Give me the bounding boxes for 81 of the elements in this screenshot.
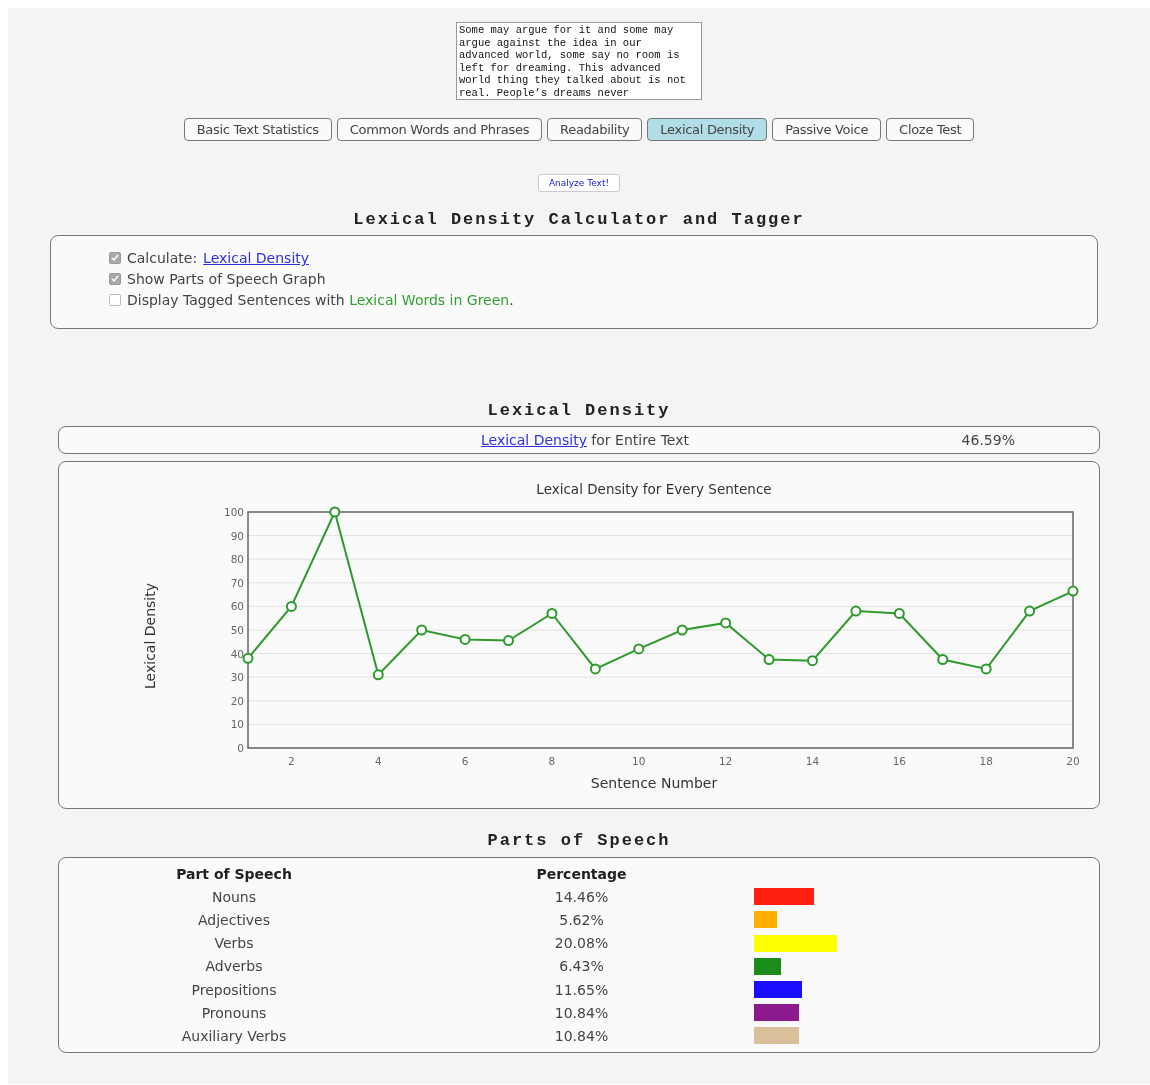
analyze-button[interactable]: Analyze Text! — [537, 174, 621, 192]
table-cell-text: 11.65% — [553, 981, 610, 998]
data-point — [372, 669, 384, 681]
y-tick-label: 70 — [230, 576, 244, 589]
tab[interactable]: Passive Voice — [772, 118, 882, 141]
data-point — [763, 654, 775, 665]
data-point — [720, 617, 732, 629]
table-cell-text: 20.08% — [553, 935, 610, 952]
x-tick-label: 20 — [1066, 755, 1080, 767]
tab[interactable]: Basic Text Statistics — [183, 118, 332, 141]
data-point — [589, 663, 601, 675]
data-point — [503, 635, 515, 647]
lexical-density-link[interactable]: Lexical Density — [481, 432, 587, 448]
table-cell-text: Verbs — [213, 935, 255, 952]
lexical-density-link[interactable]: Lexical Density — [203, 250, 310, 266]
table-cell-text: Adjectives — [197, 911, 271, 928]
y-tick-label: 60 — [230, 600, 244, 613]
x-tick-label: 2 — [288, 755, 295, 767]
text-input[interactable]: Some may argue for it and some may argue against the idea in our advanced world, some say no room is left for dreaming. This advanced world thing they talked about is not real. People’s dreams never — [456, 22, 702, 100]
data-point — [1067, 585, 1079, 597]
data-point — [416, 624, 428, 636]
data-point — [285, 600, 297, 612]
x-tick-label: 14 — [805, 755, 820, 767]
y-tick-label: 90 — [230, 529, 244, 542]
table-cell-text: Auxiliary Verbs — [180, 1027, 288, 1044]
data-point — [676, 624, 688, 636]
data-point — [937, 654, 949, 665]
x-axis-title: Sentence Number — [590, 775, 718, 791]
x-tick-label: 4 — [374, 755, 382, 767]
checkbox[interactable] — [109, 273, 121, 285]
data-point — [546, 608, 558, 619]
section-heading: Lexical Density — [487, 401, 671, 420]
table-cell-text: 10.84% — [553, 1004, 610, 1021]
x-tick-label: 16 — [892, 755, 906, 767]
tab[interactable]: Common Words and Phrases — [336, 118, 543, 141]
y-tick-label: 80 — [230, 553, 244, 566]
data-point — [806, 655, 818, 667]
table-cell-text: 14.46% — [553, 888, 610, 905]
result-value: 46.59% — [961, 432, 1015, 448]
column-header: Percentage — [535, 865, 628, 882]
data-point — [850, 605, 862, 617]
section-heading: Lexical Density Calculator and Tagger — [353, 210, 805, 229]
data-point — [633, 643, 645, 655]
data-point — [459, 633, 471, 645]
table-cell-text: Prepositions — [190, 981, 278, 998]
data-point — [980, 663, 992, 675]
x-tick-label: 12 — [718, 755, 733, 767]
checkbox[interactable] — [109, 294, 121, 306]
option-label: Calculate: — [127, 250, 198, 266]
y-tick-label: 10 — [230, 718, 244, 731]
table-cell-text: Adverbs — [204, 958, 264, 975]
table-cell-text: 5.62% — [558, 911, 605, 928]
y-tick-label: 20 — [230, 694, 244, 707]
y-tick-label: 40 — [230, 647, 244, 660]
tab[interactable]: Cloze Test — [886, 118, 975, 141]
checkbox[interactable] — [109, 252, 121, 264]
y-tick-label: 30 — [230, 671, 244, 684]
data-point — [1024, 605, 1036, 617]
y-tick-label: 100 — [223, 506, 244, 518]
table-cell-text: Pronouns — [200, 1004, 268, 1021]
x-tick-label: 6 — [461, 755, 469, 767]
tab[interactable]: Readability — [547, 118, 643, 141]
x-tick-label: 18 — [979, 755, 993, 767]
tab[interactable]: Lexical Density — [647, 118, 768, 141]
chart-title: Lexical Density for Every Sentence — [536, 481, 772, 497]
x-tick-label: 8 — [548, 755, 556, 767]
y-tick-label: 50 — [230, 624, 244, 636]
y-tick-label: 0 — [237, 742, 244, 754]
table-cell-text: 10.84% — [553, 1027, 610, 1044]
data-point — [893, 608, 905, 619]
option-label: Display Tagged Sentences with Lexical Words in Green. — [127, 292, 514, 308]
column-header: Part of Speech — [175, 865, 293, 882]
table-cell-text: Nouns — [210, 888, 258, 905]
result-label: for Entire Text — [590, 432, 689, 448]
section-heading: Parts of Speech — [487, 831, 671, 850]
data-point — [329, 506, 341, 518]
y-axis-title: Lexical Density — [142, 583, 158, 689]
option-label: Show Parts of Speech Graph — [127, 271, 326, 287]
data-point — [242, 652, 254, 664]
x-tick-label: 10 — [632, 755, 646, 767]
table-cell-text: 6.43% — [558, 958, 605, 975]
